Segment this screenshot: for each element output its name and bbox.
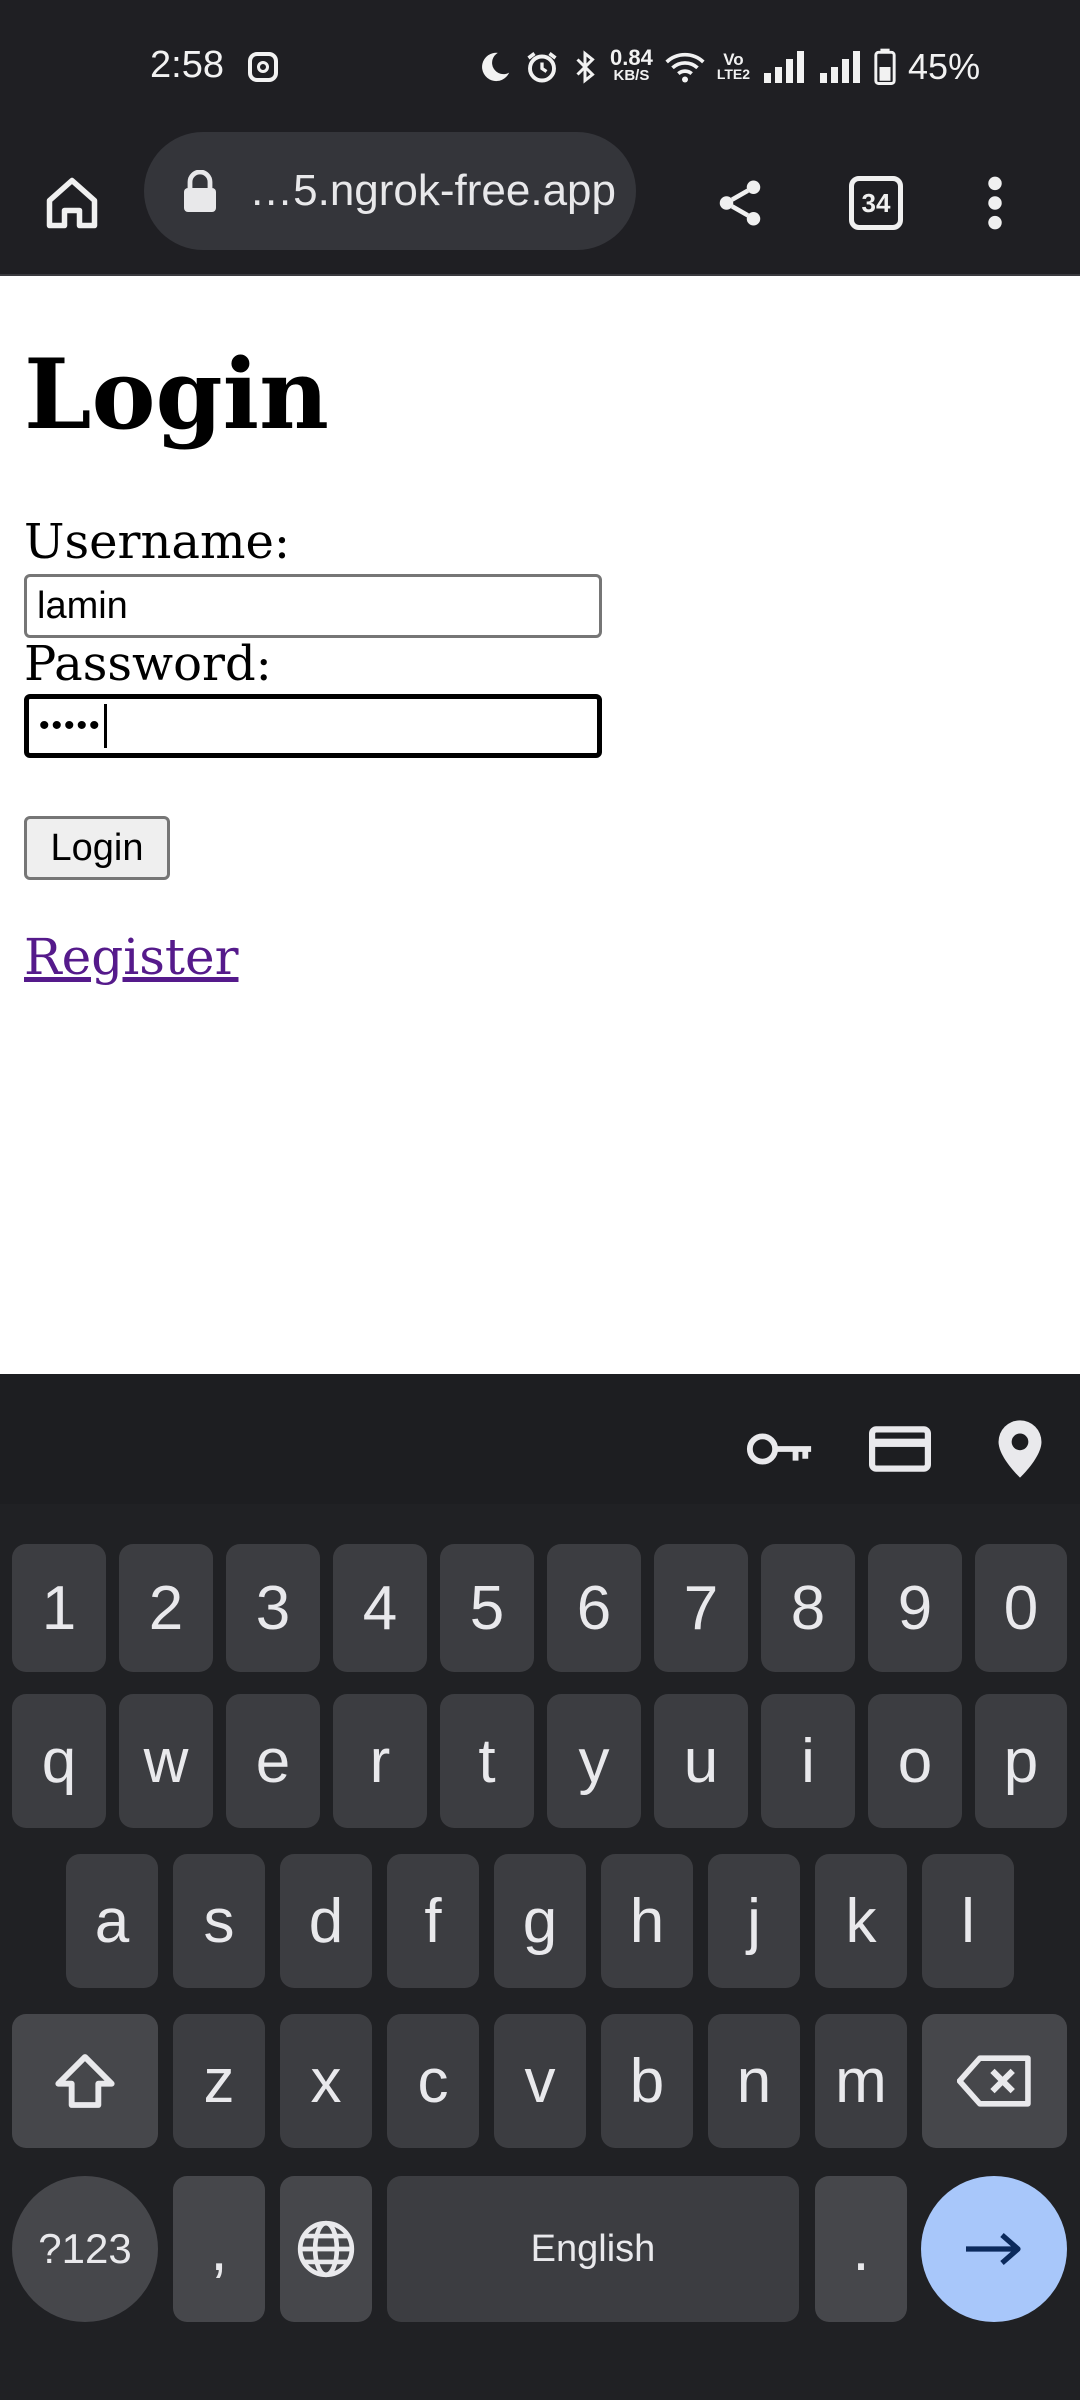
more-vert-icon	[988, 176, 1002, 230]
space-key[interactable]: English	[387, 2176, 799, 2322]
key-e[interactable]: e	[226, 1694, 320, 1828]
web-content: Login Username: lamin Password: ••••• Lo…	[0, 278, 1080, 1374]
key-9[interactable]: 9	[868, 1544, 962, 1672]
key-2[interactable]: 2	[119, 1544, 213, 1672]
key-5[interactable]: 5	[440, 1544, 534, 1672]
key-w[interactable]: w	[119, 1694, 213, 1828]
browser-toolbar: …5.ngrok-free.app 34	[0, 130, 1080, 276]
wifi-icon	[665, 50, 705, 84]
key-l[interactable]: l	[922, 1854, 1014, 1988]
shift-icon	[55, 2054, 115, 2108]
key-1[interactable]: 1	[12, 1544, 106, 1672]
network-speed: 0.84 KB/S	[610, 45, 653, 85]
key-q[interactable]: q	[12, 1694, 106, 1828]
status-bar: 2:58 0.84 KB/S Vo LTE2 45%	[0, 0, 1080, 130]
keyboard-keys: 1 2 3 4 5 6 7 8 9 0 q w e r t y u i o p …	[0, 1504, 1080, 2400]
language-switch-key[interactable]	[280, 2176, 372, 2322]
key-g[interactable]: g	[494, 1854, 586, 1988]
username-label: Username:	[24, 514, 291, 570]
battery-percent: 45%	[908, 46, 981, 87]
key-o[interactable]: o	[868, 1694, 962, 1828]
key-k[interactable]: k	[815, 1854, 907, 1988]
net-speed-value: 0.84	[610, 45, 653, 70]
key-v[interactable]: v	[494, 2014, 586, 2148]
key-s[interactable]: s	[173, 1854, 265, 1988]
shift-key[interactable]	[12, 2014, 158, 2148]
globe-icon	[297, 2220, 355, 2278]
key-b[interactable]: b	[601, 2014, 693, 2148]
share-button[interactable]	[690, 130, 790, 276]
volte-indicator: Vo LTE2	[716, 50, 751, 82]
username-input[interactable]: lamin	[24, 574, 602, 638]
key-p[interactable]: p	[975, 1694, 1067, 1828]
arrow-right-icon	[966, 2233, 1021, 2265]
share-icon	[719, 180, 761, 226]
volte-top: Vo	[723, 50, 744, 69]
key-a[interactable]: a	[66, 1854, 158, 1988]
key-h[interactable]: h	[601, 1854, 693, 1988]
key-f[interactable]: f	[387, 1854, 479, 1988]
url-text: …5.ngrok-free.app	[252, 166, 616, 215]
bluetooth-icon	[572, 49, 598, 85]
alarm-icon	[524, 49, 560, 85]
net-speed-unit: KB/S	[613, 67, 650, 84]
key-4[interactable]: 4	[333, 1544, 427, 1672]
key-c[interactable]: c	[387, 2014, 479, 2148]
battery-icon	[874, 48, 896, 86]
key-i[interactable]: i	[761, 1694, 855, 1828]
register-link[interactable]: Register	[24, 928, 238, 986]
key-u[interactable]: u	[654, 1694, 748, 1828]
payment-methods-button[interactable]	[862, 1414, 938, 1484]
location-pin-icon	[998, 1420, 1042, 1478]
volte-bottom: LTE2	[716, 66, 751, 82]
key-n[interactable]: n	[708, 2014, 800, 2148]
key-d[interactable]: d	[280, 1854, 372, 1988]
credit-card-icon	[869, 1426, 931, 1472]
page-title: Login	[24, 338, 329, 451]
backspace-key[interactable]	[922, 2014, 1067, 2148]
period-key[interactable]: .	[815, 2176, 907, 2322]
key-t[interactable]: t	[440, 1694, 534, 1828]
key-icon	[746, 1433, 812, 1465]
key-7[interactable]: 7	[654, 1544, 748, 1672]
password-input[interactable]: •••••	[24, 694, 602, 758]
backspace-icon	[956, 2055, 1031, 2107]
home-button[interactable]	[20, 130, 124, 276]
signal-strength-icon-sim2	[818, 51, 862, 83]
key-m[interactable]: m	[815, 2014, 907, 2148]
username-value: lamin	[37, 584, 128, 627]
symbols-key[interactable]: ?123	[12, 2176, 158, 2322]
signal-strength-icon-sim1	[762, 51, 806, 83]
status-time: 2:58	[150, 44, 224, 86]
address-bar[interactable]: …5.ngrok-free.app	[144, 132, 636, 250]
keyboard-suggestion-bar	[0, 1374, 1080, 1524]
key-0[interactable]: 0	[975, 1544, 1067, 1672]
key-j[interactable]: j	[708, 1854, 800, 1988]
status-icons: 0.84 KB/S Vo LTE2 45%	[478, 42, 980, 92]
key-8[interactable]: 8	[761, 1544, 855, 1672]
key-r[interactable]: r	[333, 1694, 427, 1828]
password-value: •••••	[39, 709, 102, 742]
more-options-button[interactable]	[950, 130, 1040, 276]
key-z[interactable]: z	[173, 2014, 265, 2148]
key-x[interactable]: x	[280, 2014, 372, 2148]
soft-keyboard: 1 2 3 4 5 6 7 8 9 0 q w e r t y u i o p …	[0, 1374, 1080, 2400]
home-icon	[46, 177, 98, 229]
addresses-button[interactable]	[980, 1414, 1060, 1484]
do-not-disturb-moon-icon	[478, 50, 512, 84]
instagram-notification-icon	[248, 52, 278, 82]
password-manager-button[interactable]	[740, 1414, 820, 1484]
tab-switcher-button[interactable]: 34	[826, 130, 926, 276]
tab-count: 34	[849, 176, 903, 230]
lock-icon	[182, 169, 218, 217]
key-3[interactable]: 3	[226, 1544, 320, 1672]
enter-key[interactable]	[921, 2176, 1067, 2322]
login-button[interactable]: Login	[24, 816, 170, 880]
text-cursor	[103, 704, 107, 748]
password-label: Password:	[24, 636, 272, 692]
comma-key[interactable]: ,	[173, 2176, 265, 2322]
key-6[interactable]: 6	[547, 1544, 641, 1672]
key-y[interactable]: y	[547, 1694, 641, 1828]
